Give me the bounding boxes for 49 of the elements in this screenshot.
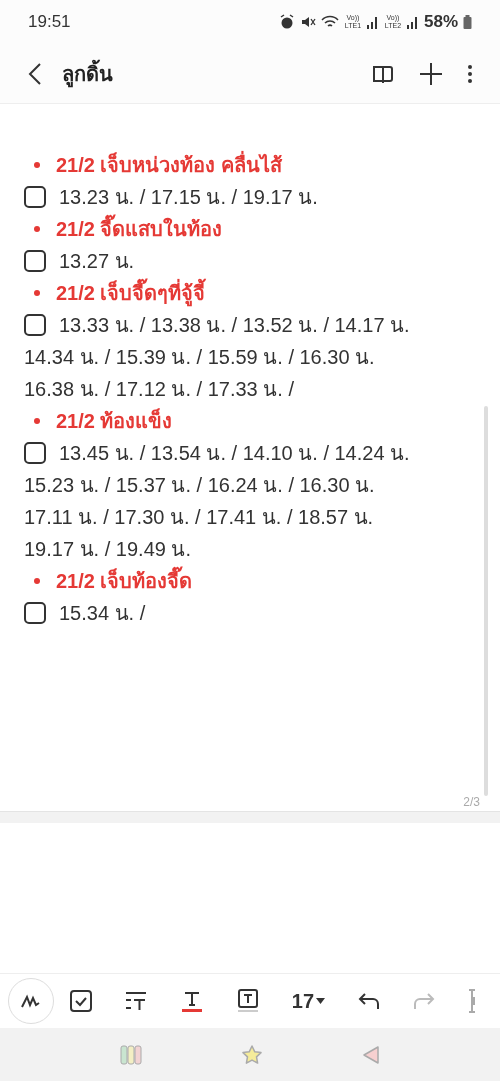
checkbox[interactable] <box>24 314 46 336</box>
resize-handle-icon[interactable] <box>467 989 476 1013</box>
add-icon[interactable] <box>420 62 442 85</box>
time-list-line: 19.17 น. / 19.49 น. <box>24 537 191 562</box>
checkbox[interactable] <box>24 442 46 464</box>
battery-icon <box>463 15 472 29</box>
note-title: ลูกดิ้น <box>62 58 113 89</box>
time-list-line: 15.23 น. / 15.37 น. / 16.24 น. / 16.30 น. <box>24 473 375 498</box>
section-heading: 21/2 เจ็บท้องจี๊ด <box>56 565 193 597</box>
book-icon[interactable] <box>372 63 394 84</box>
section-heading: 21/2 ท้องแข็ง <box>56 407 173 434</box>
section-heading: 21/2 เจ็บหน่วงท้อง คลื่นไส้ <box>56 149 283 181</box>
bullet-icon <box>34 578 40 584</box>
section-heading: 21/2 จี๊ดแสบในท้อง <box>56 213 223 245</box>
back-icon[interactable] <box>28 61 42 86</box>
time-list-line: 14.34 น. / 15.39 น. / 15.59 น. / 16.30 น. <box>24 345 375 370</box>
signal-icon <box>406 15 419 29</box>
time-list-line: 13.33 น. / 13.38 น. / 13.52 น. / 14.17 น. <box>59 313 410 338</box>
checkbox[interactable] <box>24 602 46 624</box>
bullet-icon <box>34 226 40 232</box>
text-style-icon[interactable] <box>125 990 148 1012</box>
checklist-icon[interactable] <box>70 990 93 1012</box>
time-list-line: 16.38 น. / 17.12 น. / 17.33 น. / <box>24 377 294 402</box>
time-list-line: 15.34 น. / <box>59 601 146 626</box>
font-size-button[interactable]: 17 <box>291 986 326 1016</box>
time-list-line: 13.45 น. / 13.54 น. / 14.10 น. / 14.24 น. <box>59 441 410 466</box>
caret-icon <box>316 998 326 1004</box>
time-list-line: 13.23 น. / 17.15 น. / 19.17 น. <box>59 185 318 210</box>
more-icon[interactable] <box>468 63 472 84</box>
bullet-icon <box>34 418 40 424</box>
mute-icon <box>299 14 316 30</box>
checkbox[interactable] <box>24 186 46 208</box>
page-indicator: 2/3 <box>463 794 480 811</box>
time-list-line: 13.27 น. <box>59 249 135 274</box>
battery-percent: 58% <box>423 11 458 34</box>
text-highlight-icon[interactable] <box>236 989 259 1013</box>
section-heading: 21/2 เจ็บจี๊ดๆที่จู้จี้ <box>56 277 206 309</box>
bullet-icon <box>34 290 40 296</box>
checkbox[interactable] <box>24 250 46 272</box>
text-color-icon[interactable] <box>180 989 205 1013</box>
home-star-icon[interactable] <box>241 1043 263 1066</box>
time-list-line: 17.11 น. / 17.30 น. / 17.41 น. / 18.57 น. <box>24 505 374 530</box>
alarm-icon <box>278 14 295 30</box>
status-time: 19:51 <box>28 11 71 34</box>
signal-icon <box>366 15 379 29</box>
wifi-icon <box>320 14 339 30</box>
bullet-icon <box>34 162 40 168</box>
pen-icon <box>20 993 42 1009</box>
undo-icon[interactable] <box>357 992 380 1010</box>
